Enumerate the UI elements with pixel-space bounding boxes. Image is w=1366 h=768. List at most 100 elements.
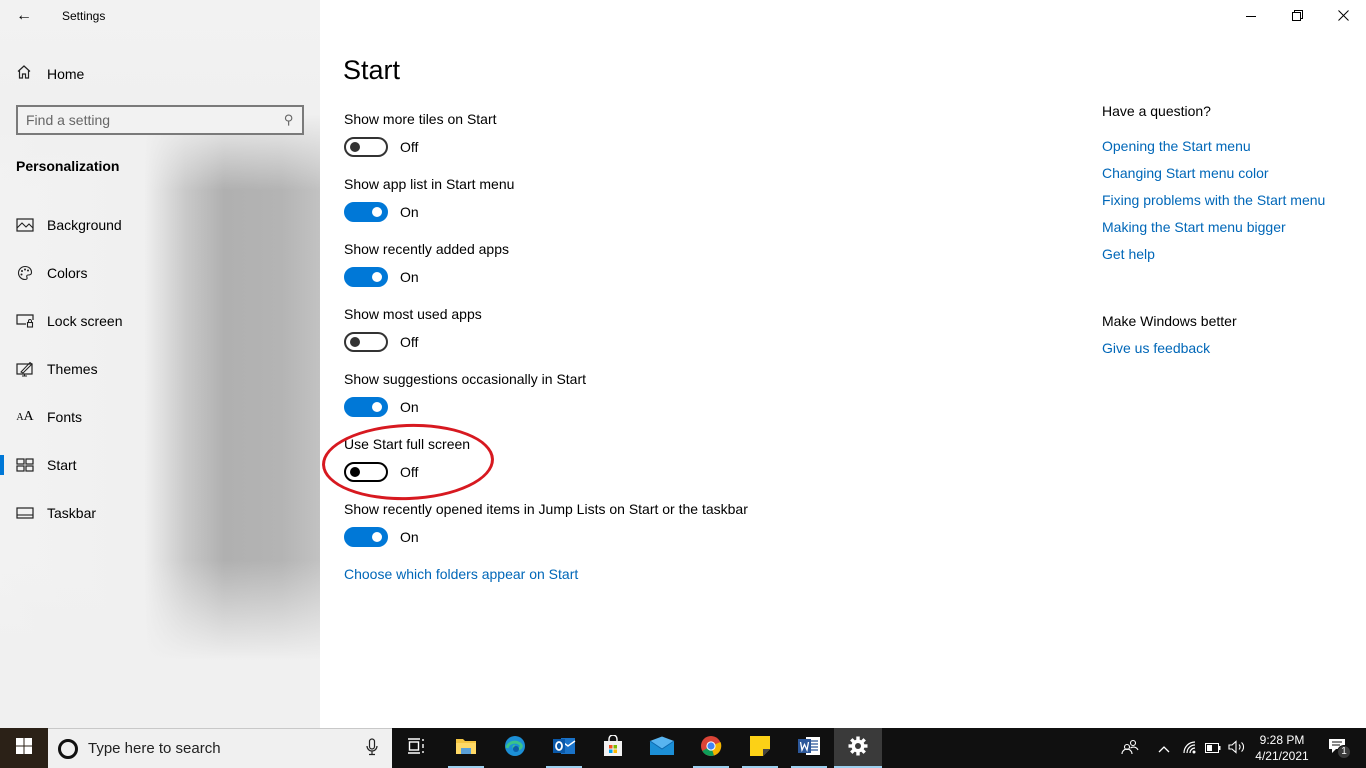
toggle-state: On xyxy=(400,529,419,545)
taskbar-sticky-notes[interactable] xyxy=(736,728,784,768)
start-settings-page: Start Show more tiles on Start Off Show … xyxy=(343,0,1044,728)
taskbar-search-box[interactable]: Type here to search xyxy=(48,728,392,768)
battery-button[interactable] xyxy=(1202,728,1224,768)
show-most-used-toggle[interactable] xyxy=(344,332,388,352)
network-button[interactable] xyxy=(1178,728,1202,768)
taskbar-edge[interactable] xyxy=(491,728,539,768)
start-tiles-icon xyxy=(16,457,34,473)
people-button[interactable] xyxy=(1116,728,1144,768)
arrow-left-icon: ← xyxy=(16,7,32,24)
sidebar-item-label: Lock screen xyxy=(47,313,123,329)
sticky-notes-icon xyxy=(749,735,771,762)
restore-button[interactable] xyxy=(1274,0,1320,32)
back-button[interactable]: ← xyxy=(12,6,36,26)
picture-icon xyxy=(16,217,34,233)
show-more-tiles-toggle[interactable] xyxy=(344,137,388,157)
sidebar-item-colors[interactable]: Colors xyxy=(0,249,320,297)
sidebar-item-label: Background xyxy=(47,217,122,233)
taskbar-icon xyxy=(16,505,34,521)
get-help-link[interactable]: Get help xyxy=(1102,246,1155,262)
setting-show-jump-lists: Show recently opened items in Jump Lists… xyxy=(344,501,944,547)
folder-icon xyxy=(455,736,477,761)
microphone-icon[interactable] xyxy=(366,738,378,759)
sidebar-nav: Background Colors Lock screen Themes A A… xyxy=(0,201,320,537)
home-nav-item[interactable]: Home xyxy=(16,64,84,84)
help-link-making-bigger[interactable]: Making the Start menu bigger xyxy=(1102,219,1286,235)
minimize-icon xyxy=(1246,15,1256,17)
sidebar-item-fonts[interactable]: AA Fonts xyxy=(0,393,320,441)
search-icon[interactable]: ⚲ xyxy=(284,112,294,128)
taskbar-chrome[interactable] xyxy=(687,728,735,768)
taskbar-clock[interactable]: 9:28 PM 4/21/2021 xyxy=(1248,732,1316,764)
close-icon xyxy=(1337,8,1349,24)
sidebar-item-lock-screen[interactable]: Lock screen xyxy=(0,297,320,345)
taskbar-outlook[interactable] xyxy=(540,728,588,768)
cortana-icon[interactable] xyxy=(58,738,78,759)
find-setting-input[interactable] xyxy=(26,112,285,128)
home-icon xyxy=(16,64,34,84)
toggle-state: Off xyxy=(400,334,419,350)
setting-show-suggestions: Show suggestions occasionally in Start O… xyxy=(344,371,944,417)
wifi-icon xyxy=(1182,740,1198,757)
taskbar-microsoft-store[interactable] xyxy=(589,728,637,768)
show-recently-added-toggle[interactable] xyxy=(344,267,388,287)
restore-icon xyxy=(1291,8,1303,24)
section-title: Personalization xyxy=(16,158,120,174)
speaker-icon xyxy=(1228,739,1246,757)
sidebar-item-themes[interactable]: Themes xyxy=(0,345,320,393)
help-link-fixing-problems[interactable]: Fixing problems with the Start menu xyxy=(1102,192,1325,208)
sidebar-item-taskbar[interactable]: Taskbar xyxy=(0,489,320,537)
close-button[interactable] xyxy=(1320,0,1366,32)
page-title: Start xyxy=(343,55,401,85)
lock-screen-icon xyxy=(16,313,34,329)
show-suggestions-toggle[interactable] xyxy=(344,397,388,417)
people-icon xyxy=(1121,739,1139,758)
toggle-state: Off xyxy=(400,464,419,480)
setting-label: Use Start full screen xyxy=(344,436,471,452)
choose-folders-link[interactable]: Choose which folders appear on Start xyxy=(344,566,578,582)
taskbar-mail[interactable] xyxy=(638,728,686,768)
notification-icon: 1 xyxy=(1328,738,1351,759)
task-view-button[interactable] xyxy=(392,728,440,768)
minimize-button[interactable] xyxy=(1228,0,1274,32)
setting-label: Show suggestions occasionally in Start xyxy=(344,371,587,387)
chrome-icon xyxy=(700,735,722,762)
mail-icon xyxy=(649,736,675,761)
toggle-knob xyxy=(372,207,382,217)
toggle-knob xyxy=(372,272,382,282)
toggle-knob xyxy=(350,467,360,477)
sidebar-item-label: Start xyxy=(47,457,77,473)
help-link-opening-start[interactable]: Opening the Start menu xyxy=(1102,138,1251,154)
volume-button[interactable] xyxy=(1226,728,1248,768)
settings-window: ← Settings Home ⚲ Personalization Backgr… xyxy=(0,0,1366,728)
word-icon xyxy=(797,735,821,762)
sidebar-item-label: Themes xyxy=(47,361,98,377)
sidebar-item-label: Taskbar xyxy=(47,505,97,521)
outlook-icon xyxy=(552,735,576,762)
show-hidden-icons-button[interactable] xyxy=(1152,728,1176,768)
help-link-changing-color[interactable]: Changing Start menu color xyxy=(1102,165,1269,181)
toggle-knob xyxy=(372,402,382,412)
notification-count-badge: 1 xyxy=(1337,745,1351,759)
sidebar-item-start[interactable]: Start xyxy=(0,441,320,489)
battery-icon xyxy=(1205,741,1221,756)
give-feedback-link[interactable]: Give us feedback xyxy=(1102,340,1210,356)
taskbar-word[interactable] xyxy=(785,728,833,768)
palette-icon xyxy=(16,265,34,281)
toggle-state: On xyxy=(400,204,419,220)
action-center-button[interactable]: 1 xyxy=(1320,728,1356,768)
find-setting-box[interactable]: ⚲ xyxy=(16,105,304,135)
toggle-knob xyxy=(350,337,360,347)
start-button[interactable] xyxy=(0,728,48,768)
show-jump-lists-toggle[interactable] xyxy=(344,527,388,547)
toggle-state: On xyxy=(400,399,419,415)
use-start-full-screen-toggle[interactable] xyxy=(344,462,388,482)
taskbar-file-explorer[interactable] xyxy=(442,728,490,768)
show-app-list-toggle[interactable] xyxy=(344,202,388,222)
toggle-state: On xyxy=(400,269,419,285)
setting-label: Show most used apps xyxy=(344,306,482,322)
sidebar-item-background[interactable]: Background xyxy=(0,201,320,249)
taskbar-settings[interactable] xyxy=(834,728,882,768)
chevron-up-icon xyxy=(1158,741,1170,756)
have-a-question-heading: Have a question? xyxy=(1102,103,1211,119)
